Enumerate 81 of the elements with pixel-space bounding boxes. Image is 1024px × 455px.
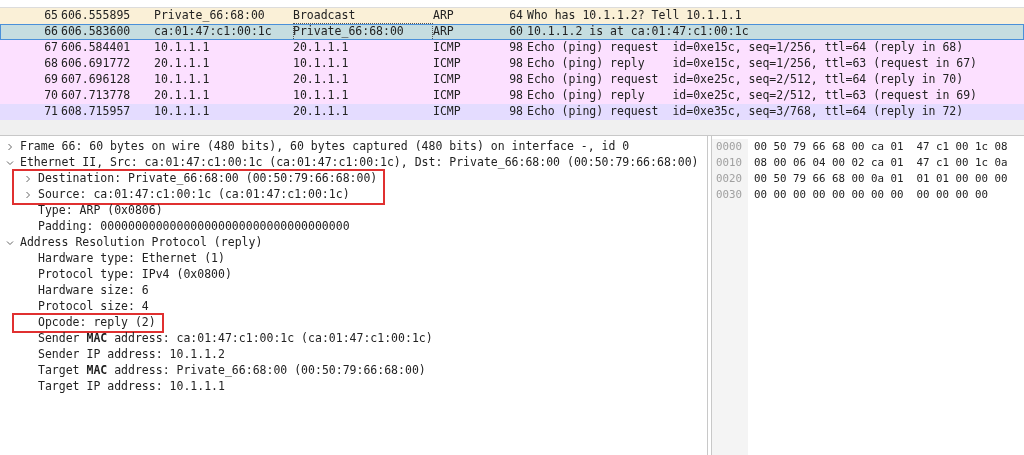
- tree-item[interactable]: Target MAC address: Private_66:68:00 (00:50:79:66:68:00): [38, 362, 426, 380]
- hex-bytes: 00 50 79 66 68 00 0a 01 01 01 00 00 00: [753, 170, 1008, 187]
- table-cell-text: ICMP: [433, 39, 462, 57]
- packet-row[interactable]: 67 606.584401 10.1.1.1 20.1.1.1 ICMP 98 Echo (ping) request id=0xe15c, seq=1/256, ttl=64 (reply in 68): [0, 40, 1024, 56]
- table-cell-text: 10.1.1.1: [154, 71, 211, 89]
- table-cell: Private_66:68:00: [293, 23, 433, 41]
- table-cell-text: 606.691772: [61, 55, 132, 73]
- table-cell-text: Echo (ping) reply id=0xe15c, seq=1/256, ttl=63 (request in 67): [526, 55, 978, 73]
- table-cell-text: 98: [508, 103, 523, 121]
- tree-item[interactable]: Address Resolution Protocol (reply): [20, 234, 263, 252]
- table-cell-text: ICMP: [433, 103, 462, 121]
- table-cell-text: 69: [43, 71, 59, 89]
- tree-item[interactable]: Source: ca:01:47:c1:00:1c (ca:01:47:c1:00:1c): [38, 186, 350, 204]
- table-cell-text: 20.1.1.1: [293, 103, 350, 121]
- table-cell-text: 608.715957: [61, 103, 132, 121]
- table-cell-text: ICMP: [433, 55, 462, 73]
- table-cell-text: Echo (ping) request id=0xe25c, seq=2/512, ttl=64 (reply in 70): [526, 71, 964, 89]
- table-cell-text: 606.583600: [61, 23, 132, 41]
- tree-item[interactable]: Target IP address: 10.1.1.1: [38, 378, 225, 396]
- table-cell-text: 607.696128: [61, 71, 132, 89]
- table-cell-text: 66: [43, 23, 59, 41]
- packet-row[interactable]: 71 608.715957 10.1.1.1 20.1.1.1 ICMP 98 Echo (ping) request id=0xe35c, seq=3/768, ttl=64 (reply in 72): [0, 104, 1024, 120]
- tree-item[interactable]: Hardware size: 6: [38, 282, 149, 300]
- packet-row[interactable]: 70 607.713778 20.1.1.1 10.1.1.1 ICMP 98 Echo (ping) reply id=0xe25c, seq=2/512, ttl=63 (request in 69): [0, 88, 1024, 104]
- chevron-down-icon[interactable]: [6, 159, 14, 167]
- hex-bytes: 08 00 06 04 00 02 ca 01 47 c1 00 1c 0a: [753, 154, 1008, 171]
- table-cell-text: 607.713778: [61, 87, 132, 105]
- table-cell-text: ICMP: [433, 87, 462, 105]
- chevron-down-icon[interactable]: [6, 239, 14, 247]
- table-cell-text: ca:01:47:c1:00:1c: [154, 23, 273, 41]
- chevron-right-icon[interactable]: [6, 143, 14, 151]
- tree-item[interactable]: Opcode: reply (2): [38, 314, 156, 332]
- table-cell-text: Echo (ping) request id=0xe35c, seq=3/768, ttl=64 (reply in 72): [526, 103, 964, 121]
- table-cell-text: ARP: [433, 7, 455, 25]
- tree-item[interactable]: Sender IP address: 10.1.1.2: [38, 346, 225, 364]
- table-cell-text: 68: [43, 55, 59, 73]
- table-cell-text: Who has 10.1.1.2? Tell 10.1.1.1: [526, 7, 742, 25]
- hex-bytes: 00 00 00 00 00 00 00 00 00 00 00 00: [753, 186, 988, 203]
- packet-row[interactable]: 69 607.696128 10.1.1.1 20.1.1.1 ICMP 98 Echo (ping) request id=0xe25c, seq=2/512, ttl=64 (reply in 70): [0, 72, 1024, 88]
- table-cell-text: 606.555895: [61, 7, 132, 25]
- table-cell-text: 10.1.1.1: [293, 87, 350, 105]
- table-cell-text: ARP: [433, 23, 455, 41]
- table-cell-text: Echo (ping) request id=0xe15c, seq=1/256, ttl=64 (reply in 68): [526, 39, 964, 57]
- table-cell-text: 98: [508, 71, 523, 89]
- packet-row[interactable]: 66 606.583600 ca:01:47:c1:00:1c Private_66:68:00 ARP 60 10.1.1.2 is at ca:01:47:c1:00:1c: [0, 24, 1024, 40]
- table-cell-text: 20.1.1.1: [154, 87, 211, 105]
- tree-item[interactable]: Sender MAC address: ca:01:47:c1:00:1c (ca:01:47:c1:00:1c): [38, 330, 433, 348]
- table-cell-text: 60: [508, 23, 523, 41]
- tree-item[interactable]: Type: ARP (0x0806): [38, 202, 163, 220]
- table-cell-text: ICMP: [433, 71, 462, 89]
- table-cell-text: 606.584401: [61, 39, 132, 57]
- table-cell-text: Broadcast: [293, 7, 357, 25]
- table-cell-text: 67: [43, 39, 59, 57]
- tree-item[interactable]: Protocol size: 4: [38, 298, 149, 316]
- table-cell-text: 20.1.1.1: [293, 39, 350, 57]
- table-cell-text: Private_66:68:00: [154, 7, 266, 25]
- table-cell-text: 70: [43, 87, 59, 105]
- tree-item[interactable]: Ethernet II, Src: ca:01:47:c1:00:1c (ca:01:47:c1:00:1c), Dst: Private_66:68:00 (00:50:79:66:68:00): [20, 154, 699, 172]
- packet-row[interactable]: 68 606.691772 20.1.1.1 10.1.1.1 ICMP 98 Echo (ping) reply id=0xe15c, seq=1/256, ttl=63 (request in 67): [0, 56, 1024, 72]
- packet-row[interactable]: 65 606.555895 Private_66:68:00 Broadcast ARP 64 Who has 10.1.1.2? Tell 10.1.1.1: [0, 8, 1024, 24]
- tree-item[interactable]: Frame 66: 60 bytes on wire (480 bits), 60 bytes captured (480 bits) on interface -, id 0: [20, 138, 630, 156]
- table-cell-text: 20.1.1.1: [154, 55, 211, 73]
- tree-item[interactable]: Protocol type: IPv4 (0x0800): [38, 266, 232, 284]
- pane-splitter[interactable]: [0, 120, 1024, 136]
- hex-bytes: 00 50 79 66 68 00 ca 01 47 c1 00 1c 08: [753, 138, 1008, 155]
- table-cell-text: 64: [508, 7, 523, 25]
- table-cell-text: 98: [508, 87, 523, 105]
- tree-item[interactable]: Destination: Private_66:68:00 (00:50:79:66:68:00): [38, 170, 378, 188]
- table-cell-text: 10.1.1.2 is at ca:01:47:c1:00:1c: [526, 23, 749, 41]
- table-cell-text: Echo (ping) reply id=0xe25c, seq=2/512, ttl=63 (request in 69): [526, 87, 978, 105]
- table-cell-text: 98: [508, 39, 523, 57]
- tree-item[interactable]: Hardware type: Ethernet (1): [38, 250, 225, 268]
- table-cell-text: 10.1.1.1: [154, 103, 211, 121]
- tree-item[interactable]: Padding: 000000000000000000000000000000000000: [38, 218, 350, 236]
- table-cell-text: 20.1.1.1: [293, 71, 350, 89]
- table-cell-text: 71: [43, 103, 59, 121]
- table-cell-text: 98: [508, 55, 523, 73]
- table-cell-text: 10.1.1.1: [293, 55, 350, 73]
- hex-offset: 0000: [712, 138, 748, 156]
- table-cell-text: 10.1.1.1: [154, 39, 211, 57]
- table-cell-text: 65: [43, 7, 59, 25]
